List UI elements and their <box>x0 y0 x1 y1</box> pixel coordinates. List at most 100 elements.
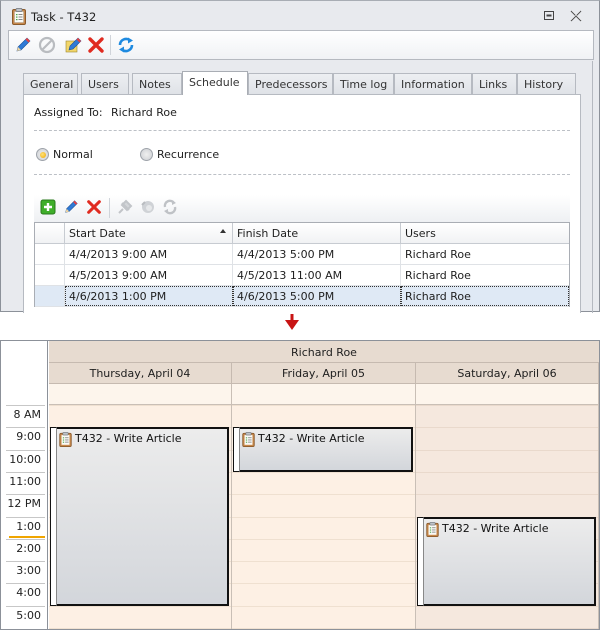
close-icon[interactable] <box>569 10 583 22</box>
tab-information[interactable]: Information <box>394 73 472 94</box>
window-border <box>592 61 593 313</box>
appointment[interactable]: T432 - Write Article <box>417 516 596 606</box>
radio-recurrence[interactable]: Recurrence <box>140 148 219 161</box>
toolbar-separator <box>110 35 111 55</box>
radio-recurrence-label: Recurrence <box>157 148 220 161</box>
refresh-icon[interactable] <box>117 36 135 54</box>
time-slot-line <box>232 583 415 585</box>
radio-normal[interactable]: Normal <box>36 148 93 161</box>
tab-schedule[interactable]: Schedule <box>182 71 248 95</box>
day-header[interactable]: Saturday, April 06 <box>416 363 599 384</box>
window-title: Task - T432 <box>31 10 97 24</box>
all-day-area[interactable] <box>49 384 231 405</box>
divider <box>34 174 570 175</box>
link-disabled-icon[interactable] <box>117 199 133 215</box>
scheduler-day-view: 8 AM 9:00 10:00 11:00 12 PM 1:00 2:00 3:00 4:00 5… <box>0 340 600 630</box>
cancel-icon[interactable] <box>38 36 56 54</box>
radio-normal-indicator[interactable] <box>36 148 49 161</box>
time-slot-line <box>232 561 415 563</box>
cell-users[interactable]: Richard Roe <box>401 244 569 264</box>
sort-ascending-icon <box>220 229 226 233</box>
column-header-finish-date[interactable]: Finish Date <box>233 223 401 243</box>
delete-row-icon[interactable] <box>86 199 102 215</box>
cell-start-date[interactable]: 4/5/2013 9:00 AM <box>65 265 233 285</box>
cell-finish-date[interactable]: 4/5/2013 11:00 AM <box>233 265 401 285</box>
time-slot-line <box>232 538 415 540</box>
ruler-tick <box>6 561 45 563</box>
table-row[interactable]: 4/5/2013 9:00 AM 4/5/2013 11:00 AM Richa… <box>35 265 569 286</box>
all-day-area[interactable] <box>416 384 598 405</box>
time-slot-line <box>416 427 598 429</box>
appointment-title: T432 - Write Article <box>258 432 365 446</box>
time-label: 1:00 <box>16 519 41 533</box>
cycle-disabled-icon[interactable] <box>140 199 156 215</box>
cell-finish-date[interactable]: 4/4/2013 5:00 PM <box>233 244 401 264</box>
day-header[interactable]: Friday, April 05 <box>232 363 416 384</box>
task-clipboard-icon <box>59 432 72 448</box>
ruler-tick <box>6 516 45 518</box>
time-slot-line <box>232 516 415 518</box>
title-bar: Task - T432 <box>1 1 599 31</box>
time-label: 3:00 <box>16 564 41 578</box>
add-icon[interactable] <box>40 199 56 215</box>
appointment[interactable]: T432 - Write Article <box>233 427 413 472</box>
delete-icon[interactable] <box>87 36 105 54</box>
column-header-label: Start Date <box>69 227 126 240</box>
ruler-tick <box>6 471 45 473</box>
tab-general[interactable]: General <box>23 73 78 94</box>
radio-normal-label: Normal <box>53 148 93 161</box>
time-label: 11:00 <box>9 474 41 488</box>
time-label: 4:00 <box>16 586 41 600</box>
day-column[interactable] <box>232 384 416 629</box>
schedule-grid: Start Date Finish Date Users 4/4/2013 9:… <box>34 222 570 307</box>
time-label: 9:00 <box>16 430 41 444</box>
tab-links[interactable]: Links <box>472 73 517 94</box>
task-window: Task - T432 General Users Notes Schedule… <box>0 0 600 313</box>
cell-start-date[interactable]: 4/6/2013 1:00 PM <box>65 286 233 306</box>
table-row[interactable]: 4/4/2013 9:00 AM 4/4/2013 5:00 PM Richar… <box>35 244 569 265</box>
time-slot-line <box>416 605 598 607</box>
time-slot-line <box>49 628 231 629</box>
tab-notes[interactable]: Notes <box>132 73 182 94</box>
cell-users[interactable]: Richard Roe <box>401 286 569 306</box>
restore-icon[interactable] <box>542 10 556 22</box>
time-slot-line <box>49 405 231 406</box>
tab-users[interactable]: Users <box>81 73 129 94</box>
time-slot-line <box>416 405 598 406</box>
tab-time-log[interactable]: Time log <box>333 73 394 94</box>
radio-recurrence-indicator[interactable] <box>140 148 153 161</box>
tab-history[interactable]: History <box>517 73 576 94</box>
ruler-tick <box>6 605 45 607</box>
time-slot-line <box>232 405 415 406</box>
assigned-to-value: Richard Roe <box>111 106 177 119</box>
column-header-start-date[interactable]: Start Date <box>65 223 233 243</box>
pencil-icon[interactable] <box>14 36 32 54</box>
row-indicator[interactable] <box>35 286 65 306</box>
day-header[interactable]: Thursday, April 04 <box>49 363 232 384</box>
cell-start-date[interactable]: 4/4/2013 9:00 AM <box>65 244 233 264</box>
edit-note-icon[interactable] <box>64 36 82 54</box>
cell-finish-date[interactable]: 4/6/2013 5:00 PM <box>233 286 401 306</box>
time-slot-line <box>416 494 598 496</box>
table-row-selected[interactable]: 4/6/2013 1:00 PM 4/6/2013 5:00 PM Richar… <box>35 286 569 307</box>
time-slot-line <box>416 471 598 473</box>
time-slot-line <box>232 471 415 473</box>
refresh-disabled-icon[interactable] <box>162 199 178 215</box>
appointment[interactable]: T432 - Write Article <box>50 427 229 607</box>
ruler-tick <box>6 405 45 406</box>
cell-users[interactable]: Richard Roe <box>401 265 569 285</box>
column-header-users[interactable]: Users <box>401 223 569 243</box>
down-arrow-icon <box>285 314 299 330</box>
task-clipboard-icon <box>12 8 26 25</box>
all-day-area[interactable] <box>232 384 415 405</box>
row-indicator[interactable] <box>35 244 65 264</box>
task-clipboard-icon <box>242 432 255 448</box>
time-label: 12 PM <box>7 497 41 511</box>
tab-predecessors[interactable]: Predecessors <box>248 73 333 94</box>
edit-row-icon[interactable] <box>63 199 79 215</box>
time-label: 2:00 <box>16 541 41 555</box>
ruler-tick <box>6 449 45 451</box>
row-indicator[interactable] <box>35 265 65 285</box>
appointment-title: T432 - Write Article <box>75 432 182 446</box>
time-slot-line <box>232 605 415 607</box>
